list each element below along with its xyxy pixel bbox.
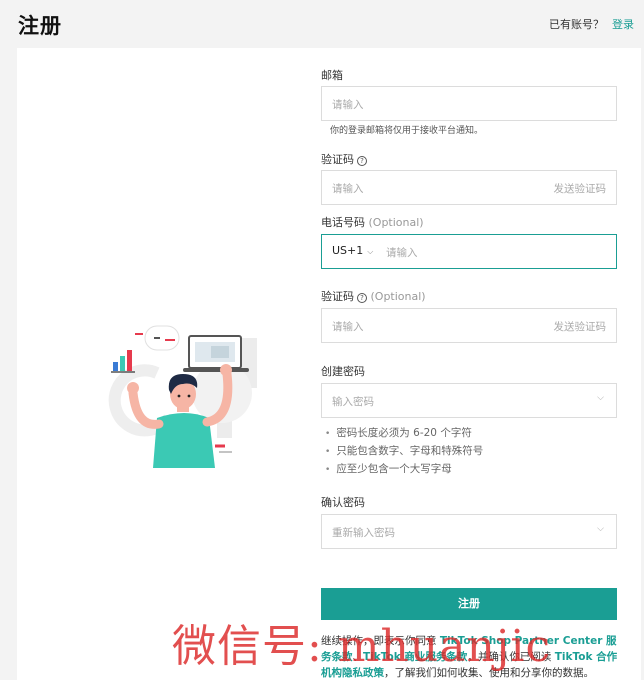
email-code-label-text: 验证码 [321, 153, 354, 166]
phone-code-label-text: 验证码 [321, 290, 354, 303]
email-placeholder: 请输入 [332, 99, 364, 111]
password-rule: 只能包含数字、字母和特殊符号 [325, 443, 615, 461]
phone-placeholder: 请输入 [386, 247, 418, 259]
send-email-code-button[interactable]: 发送验证码 [554, 181, 607, 196]
help-icon[interactable]: ? [357, 293, 367, 303]
eye-toggle-icon[interactable]: ⌵ [597, 393, 604, 403]
country-code-value: US+1 [332, 244, 364, 257]
phone-code-placeholder: 请输入 [332, 321, 364, 333]
has-account-text: 已有账号？ [549, 18, 604, 31]
password-rule: 密码长度必须为 6-20 个字符 [325, 425, 615, 443]
email-code-placeholder: 请输入 [332, 183, 364, 195]
phone-optional-text: (Optional) [368, 216, 424, 229]
password-rules: 密码长度必须为 6-20 个字符 只能包含数字、字母和特殊符号 应至少包含一个大… [325, 425, 615, 479]
password-field[interactable]: 输入密码 ⌵ [321, 383, 617, 418]
password-rule: 应至少包含一个大写字母 [325, 461, 615, 479]
email-hint: 你的登录邮箱将仅用于接收平台通知。 [330, 126, 484, 136]
password-placeholder: 输入密码 [332, 396, 374, 408]
password-label: 创建密码 [321, 365, 365, 378]
email-code-field[interactable]: 请输入 发送验证码 [321, 170, 617, 205]
page-title: 注册 [18, 14, 62, 38]
phone-label: 电话号码 (Optional) [321, 214, 424, 230]
watermark-text: 微信号: mhuanjic [172, 621, 552, 672]
phone-code-field[interactable]: 请输入 发送验证码 [321, 308, 617, 343]
phone-code-optional-text: (Optional) [370, 290, 426, 303]
phone-label-text: 电话号码 [321, 216, 365, 229]
confirm-password-label: 确认密码 [321, 496, 365, 509]
country-code-select[interactable]: US+1 ⌵ [332, 244, 373, 257]
email-field[interactable]: 请输入 [321, 86, 617, 121]
help-icon[interactable]: ? [357, 156, 367, 166]
login-link[interactable]: 登录 [612, 16, 634, 32]
phone-code-label: 验证码? (Optional) [321, 288, 426, 304]
page-header: 注册 已有账号？ 登录 [0, 0, 644, 48]
phone-field[interactable]: US+1 ⌵ 请输入 [321, 234, 617, 269]
eye-toggle-icon[interactable]: ⌵ [597, 524, 604, 534]
confirm-password-field[interactable]: 重新输入密码 ⌵ [321, 514, 617, 549]
send-phone-code-button[interactable]: 发送验证码 [554, 319, 607, 334]
signup-illustration [108, 325, 257, 468]
email-label: 邮箱 [321, 69, 343, 82]
chevron-down-icon: ⌵ [367, 247, 374, 256]
email-code-label: 验证码? [321, 151, 367, 167]
confirm-password-placeholder: 重新输入密码 [332, 527, 395, 539]
